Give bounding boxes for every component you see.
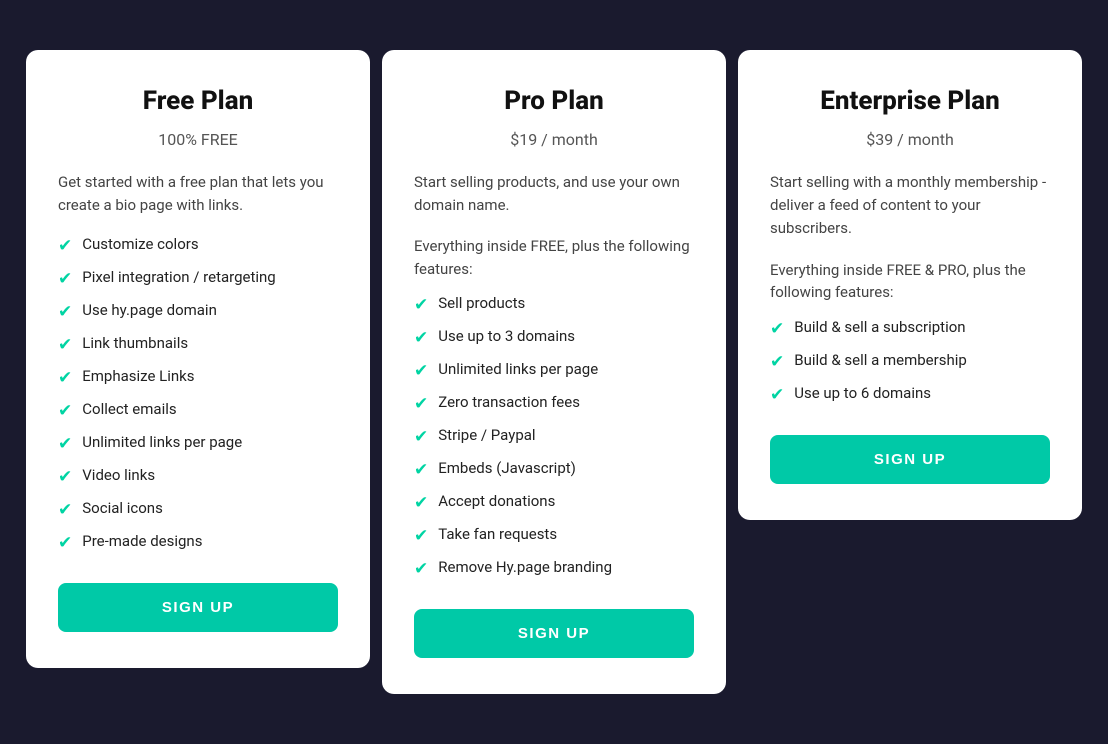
list-item: ✔ Collect emails	[58, 400, 338, 421]
list-item: ✔ Use hy.page domain	[58, 301, 338, 322]
plan-card-enterprise: Enterprise Plan $39 / month Start selling …	[738, 50, 1082, 520]
feature-label: Collect emails	[82, 400, 176, 418]
checkmark-icon: ✔	[414, 295, 428, 315]
checkmark-icon: ✔	[414, 394, 428, 414]
plan-description-free: Get started with a free plan that lets y…	[58, 171, 338, 218]
list-item: ✔ Build & sell a subscription	[770, 318, 1050, 339]
list-item: ✔ Video links	[58, 466, 338, 487]
list-item: ✔ Unlimited links per page	[414, 360, 694, 381]
plan-title-free: Free Plan	[58, 86, 338, 116]
list-item: ✔ Pre-made designs	[58, 532, 338, 553]
plan-features-intro-pro: Everything inside FREE, plus the followi…	[414, 235, 694, 280]
list-item: ✔ Emphasize Links	[58, 367, 338, 388]
feature-label: Embeds (Javascript)	[438, 459, 576, 477]
checkmark-icon: ✔	[58, 335, 72, 355]
list-item: ✔ Accept donations	[414, 492, 694, 513]
feature-label: Build & sell a subscription	[794, 318, 965, 336]
list-item: ✔ Build & sell a membership	[770, 351, 1050, 372]
checkmark-icon: ✔	[414, 493, 428, 513]
checkmark-icon: ✔	[58, 533, 72, 553]
checkmark-icon: ✔	[414, 559, 428, 579]
plan-description-pro: Start selling products, and use your own…	[414, 171, 694, 218]
feature-list-free: ✔ Customize colors ✔ Pixel integration / re…	[58, 235, 338, 553]
feature-label: Zero transaction fees	[438, 393, 580, 411]
list-item: ✔ Stripe / Paypal	[414, 426, 694, 447]
feature-label: Social icons	[82, 499, 163, 517]
list-item: ✔ Remove Hy.page branding	[414, 558, 694, 579]
checkmark-icon: ✔	[58, 368, 72, 388]
plan-features-intro-enterprise: Everything inside FREE & PRO, plus the f…	[770, 259, 1050, 304]
feature-label: Link thumbnails	[82, 334, 188, 352]
feature-label: Remove Hy.page branding	[438, 558, 612, 576]
feature-label: Take fan requests	[438, 525, 557, 543]
plans-container: Free Plan 100% FREE Get started with a fre…	[20, 50, 1088, 695]
feature-list-enterprise: ✔ Build & sell a subscription ✔ Build & sel…	[770, 318, 1050, 405]
checkmark-icon: ✔	[414, 427, 428, 447]
list-item: ✔ Zero transaction fees	[414, 393, 694, 414]
plan-card-free: Free Plan 100% FREE Get started with a fre…	[26, 50, 370, 669]
list-item: ✔ Take fan requests	[414, 525, 694, 546]
signup-button-enterprise[interactable]: SIGN UP	[770, 435, 1050, 484]
feature-label: Use up to 3 domains	[438, 327, 575, 345]
feature-label: Emphasize Links	[82, 367, 194, 385]
plan-price-enterprise: $39 / month	[770, 130, 1050, 149]
list-item: ✔ Embeds (Javascript)	[414, 459, 694, 480]
list-item: ✔ Use up to 3 domains	[414, 327, 694, 348]
checkmark-icon: ✔	[414, 460, 428, 480]
feature-label: Customize colors	[82, 235, 198, 253]
feature-label: Stripe / Paypal	[438, 426, 535, 444]
list-item: ✔ Sell products	[414, 294, 694, 315]
feature-label: Sell products	[438, 294, 525, 312]
feature-label: Unlimited links per page	[438, 360, 598, 378]
checkmark-icon: ✔	[770, 352, 784, 372]
feature-label: Pixel integration / retargeting	[82, 268, 275, 286]
list-item: ✔ Pixel integration / retargeting	[58, 268, 338, 289]
plan-title-enterprise: Enterprise Plan	[770, 86, 1050, 116]
list-item: ✔ Use up to 6 domains	[770, 384, 1050, 405]
checkmark-icon: ✔	[414, 361, 428, 381]
feature-label: Accept donations	[438, 492, 555, 510]
feature-label: Build & sell a membership	[794, 351, 967, 369]
feature-label: Use up to 6 domains	[794, 384, 931, 402]
feature-label: Use hy.page domain	[82, 301, 217, 319]
feature-label: Pre-made designs	[82, 532, 202, 550]
checkmark-icon: ✔	[58, 434, 72, 454]
checkmark-icon: ✔	[58, 401, 72, 421]
feature-label: Unlimited links per page	[82, 433, 242, 451]
checkmark-icon: ✔	[58, 236, 72, 256]
checkmark-icon: ✔	[58, 467, 72, 487]
checkmark-icon: ✔	[58, 500, 72, 520]
plan-title-pro: Pro Plan	[414, 86, 694, 116]
plan-price-pro: $19 / month	[414, 130, 694, 149]
plan-description-enterprise: Start selling with a monthly membership …	[770, 171, 1050, 241]
list-item: ✔ Social icons	[58, 499, 338, 520]
feature-label: Video links	[82, 466, 155, 484]
checkmark-icon: ✔	[58, 302, 72, 322]
plan-card-pro: Pro Plan $19 / month Start selling product…	[382, 50, 726, 695]
checkmark-icon: ✔	[770, 319, 784, 339]
checkmark-icon: ✔	[770, 385, 784, 405]
signup-button-free[interactable]: SIGN UP	[58, 583, 338, 632]
checkmark-icon: ✔	[414, 328, 428, 348]
checkmark-icon: ✔	[58, 269, 72, 289]
list-item: ✔ Unlimited links per page	[58, 433, 338, 454]
plan-price-free: 100% FREE	[58, 130, 338, 149]
checkmark-icon: ✔	[414, 526, 428, 546]
list-item: ✔ Link thumbnails	[58, 334, 338, 355]
list-item: ✔ Customize colors	[58, 235, 338, 256]
signup-button-pro[interactable]: SIGN UP	[414, 609, 694, 658]
feature-list-pro: ✔ Sell products ✔ Use up to 3 domains ✔ Unlim…	[414, 294, 694, 579]
